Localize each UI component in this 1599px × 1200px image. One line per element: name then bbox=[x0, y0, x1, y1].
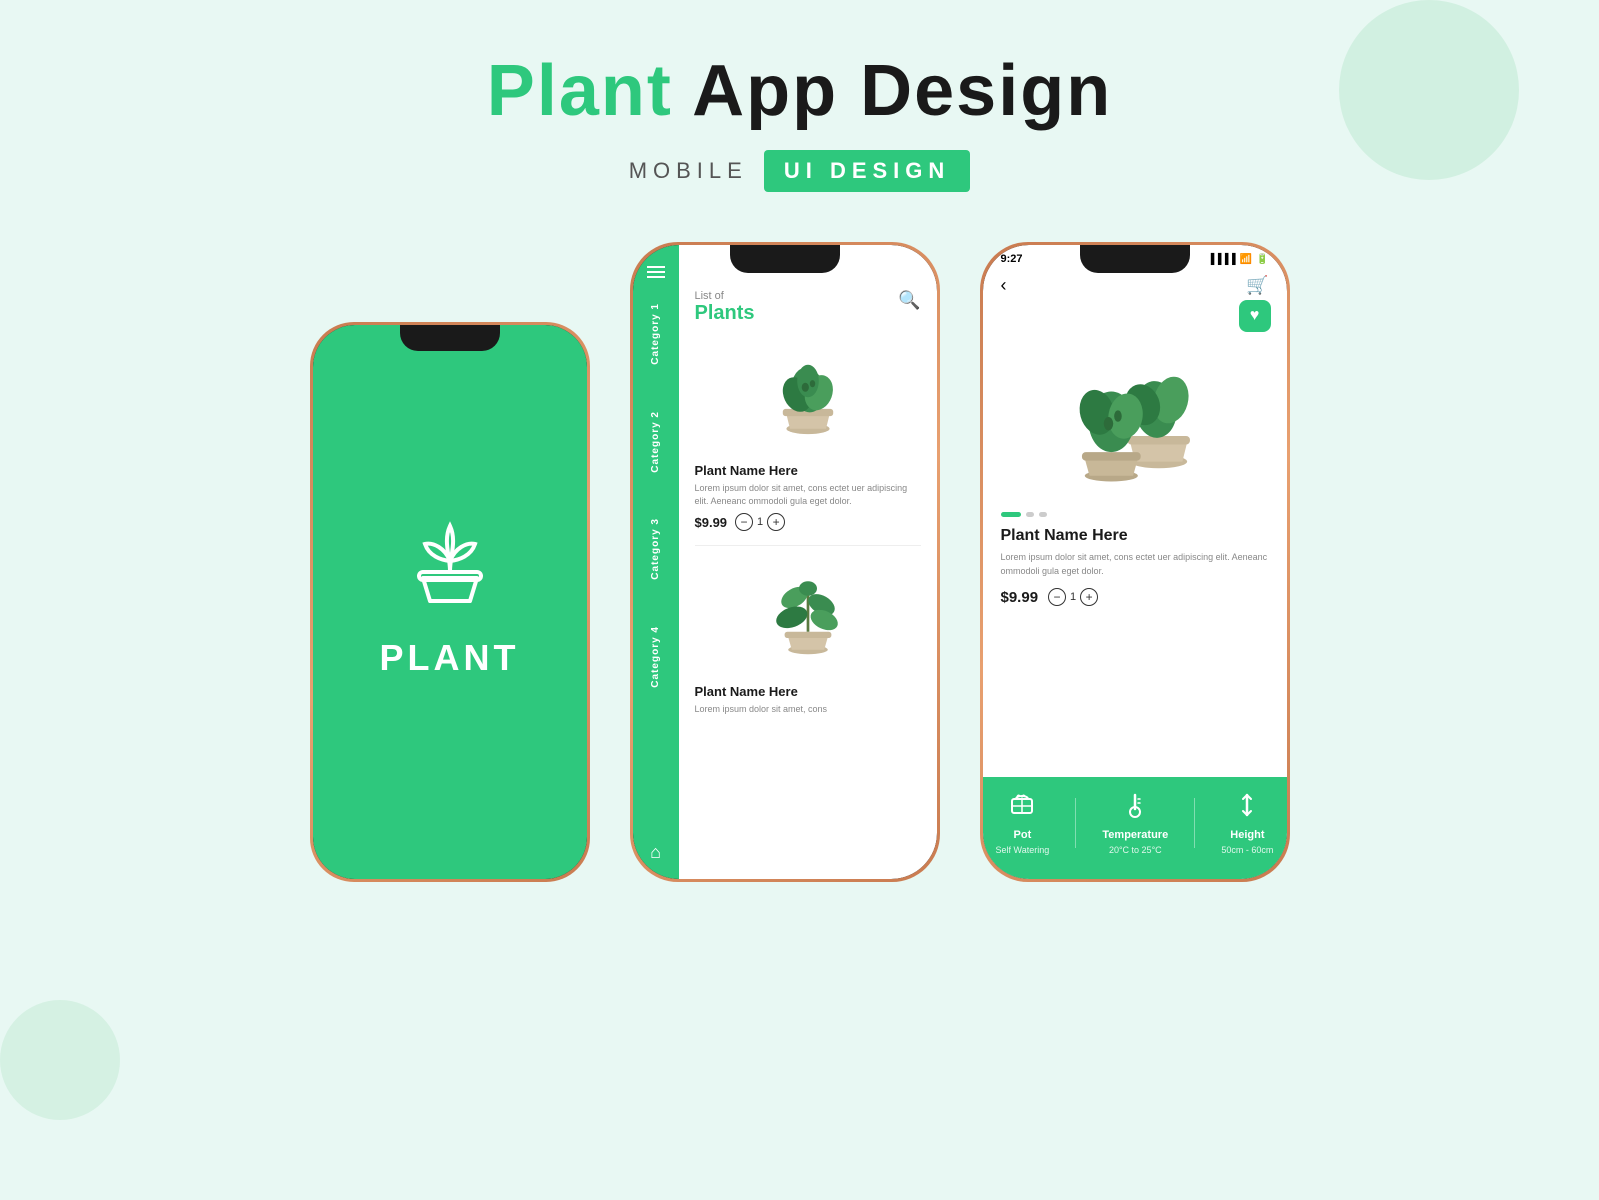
plant-image-1 bbox=[695, 339, 921, 459]
sidebar-item-cat4[interactable]: Category 4 bbox=[650, 618, 661, 696]
signal-icon: ▐▐▐▐ bbox=[1207, 254, 1235, 265]
plant-desc-1: Lorem ipsum dolor sit amet, cons ectet u… bbox=[695, 482, 921, 507]
plant-price-row-1: $9.99 − 1 + bbox=[695, 513, 921, 531]
plant-card-2: Plant Name Here Lorem ipsum dolor sit am… bbox=[695, 560, 921, 716]
plant-card-1: Plant Name Here Lorem ipsum dolor sit am… bbox=[695, 339, 921, 531]
ui-design-badge: UI DESIGN bbox=[764, 150, 970, 192]
hamburger-icon[interactable] bbox=[647, 263, 665, 281]
dot-2 bbox=[1039, 512, 1047, 517]
plant-name-2: Plant Name Here bbox=[695, 684, 921, 699]
notch-3 bbox=[1080, 245, 1190, 273]
plant-desc-2: Lorem ipsum dolor sit amet, cons bbox=[695, 703, 921, 716]
splash-screen: PLANT bbox=[313, 325, 587, 879]
detail-content: Plant Name Here Lorem ipsum dolor sit am… bbox=[983, 500, 1287, 777]
detail-qty-minus[interactable]: − bbox=[1048, 588, 1066, 606]
height-info: Height 50cm - 60cm bbox=[1221, 791, 1273, 855]
card-divider bbox=[695, 545, 921, 546]
detail-plant-name: Plant Name Here bbox=[1001, 527, 1269, 545]
plant-name-1: Plant Name Here bbox=[695, 463, 921, 478]
pot-label: Pot bbox=[1014, 829, 1032, 841]
phones-container: PLANT Category 1 Category 2 Category 3 C… bbox=[0, 212, 1599, 882]
header-subtitle: MOBILE UI DESIGN bbox=[0, 150, 1599, 192]
detail-price: $9.99 bbox=[1001, 589, 1039, 606]
detail-price-row: $9.99 − 1 + bbox=[1001, 588, 1269, 606]
phone-splash: PLANT bbox=[310, 322, 590, 882]
wifi-icon: 📶 bbox=[1240, 254, 1252, 265]
detail-plant-desc: Lorem ipsum dolor sit amet, cons ectet u… bbox=[1001, 551, 1269, 578]
list-screen: Category 1 Category 2 Category 3 Categor… bbox=[633, 245, 937, 879]
detail-qty-value: 1 bbox=[1070, 591, 1076, 603]
phone-splash-inner: PLANT bbox=[313, 325, 587, 879]
cart-button[interactable]: 🛒 bbox=[1246, 275, 1268, 296]
qty-value-1: 1 bbox=[757, 516, 763, 528]
detail-nav: ‹ 🛒 bbox=[983, 271, 1287, 300]
pot-info: Pot Self Watering bbox=[996, 791, 1050, 855]
temp-sub: 20°C to 25°C bbox=[1109, 845, 1162, 855]
subtitle-mobile: MOBILE bbox=[629, 158, 748, 184]
plant-image-2 bbox=[695, 560, 921, 680]
detail-plant-image: ♥ bbox=[983, 300, 1287, 500]
temp-icon bbox=[1124, 791, 1146, 825]
carousel-dots bbox=[1001, 512, 1269, 517]
notch-1 bbox=[400, 325, 500, 351]
notch-2 bbox=[730, 245, 840, 273]
splash-label: PLANT bbox=[380, 637, 520, 679]
detail-bottom-bar: Pot Self Watering T bbox=[983, 777, 1287, 879]
back-button[interactable]: ‹ bbox=[1001, 275, 1007, 296]
sidebar-item-cat3[interactable]: Category 3 bbox=[650, 510, 661, 588]
temp-label: Temperature bbox=[1102, 829, 1168, 841]
plant-price-1: $9.99 bbox=[695, 515, 728, 530]
plants-title: Plants bbox=[695, 302, 755, 325]
detail-screen: 9:27 ▐▐▐▐ 📶 🔋 ‹ 🛒 bbox=[983, 245, 1287, 879]
phone-detail: 9:27 ▐▐▐▐ 📶 🔋 ‹ 🛒 bbox=[980, 242, 1290, 882]
list-of-label: List of bbox=[695, 290, 755, 302]
sidebar-item-cat1[interactable]: Category 1 bbox=[650, 295, 661, 373]
home-icon[interactable]: ⌂ bbox=[650, 842, 661, 863]
bg-decoration-circle-bottom bbox=[0, 1000, 120, 1120]
list-header: List of Plants 🔍 bbox=[695, 290, 921, 325]
phone-detail-inner: 9:27 ▐▐▐▐ 📶 🔋 ‹ 🛒 bbox=[983, 245, 1287, 879]
title-green: Plant bbox=[487, 51, 673, 131]
detail-qty-control: − 1 + bbox=[1048, 588, 1098, 606]
search-icon[interactable]: 🔍 bbox=[898, 290, 920, 311]
title-black: App Design bbox=[692, 51, 1112, 131]
sidebar-item-cat2[interactable]: Category 2 bbox=[650, 403, 661, 481]
battery-icon: 🔋 bbox=[1256, 254, 1268, 265]
pot-icon bbox=[1008, 791, 1036, 825]
sidebar: Category 1 Category 2 Category 3 Categor… bbox=[633, 245, 679, 879]
phone-list-inner: Category 1 Category 2 Category 3 Categor… bbox=[633, 245, 937, 879]
heart-badge[interactable]: ♥ bbox=[1239, 300, 1271, 332]
bar-divider-1 bbox=[1075, 798, 1076, 848]
qty-minus-1[interactable]: − bbox=[735, 513, 753, 531]
height-sub: 50cm - 60cm bbox=[1221, 845, 1273, 855]
phone-list: Category 1 Category 2 Category 3 Categor… bbox=[630, 242, 940, 882]
bg-decoration-circle-top bbox=[1339, 0, 1519, 180]
height-icon bbox=[1235, 791, 1259, 825]
height-label: Height bbox=[1230, 829, 1264, 841]
status-icons: ▐▐▐▐ 📶 🔋 bbox=[1207, 253, 1268, 265]
dot-1 bbox=[1026, 512, 1034, 517]
bar-divider-2 bbox=[1194, 798, 1195, 848]
list-title-group: List of Plants bbox=[695, 290, 755, 325]
detail-qty-plus[interactable]: + bbox=[1080, 588, 1098, 606]
status-time: 9:27 bbox=[1001, 253, 1023, 265]
qty-plus-1[interactable]: + bbox=[767, 513, 785, 531]
dot-active bbox=[1001, 512, 1021, 517]
temp-info: Temperature 20°C to 25°C bbox=[1102, 791, 1168, 855]
qty-control-1: − 1 + bbox=[735, 513, 785, 531]
list-main-content: List of Plants 🔍 bbox=[679, 245, 937, 879]
pot-sub: Self Watering bbox=[996, 845, 1050, 855]
plant-logo-icon bbox=[395, 506, 505, 621]
